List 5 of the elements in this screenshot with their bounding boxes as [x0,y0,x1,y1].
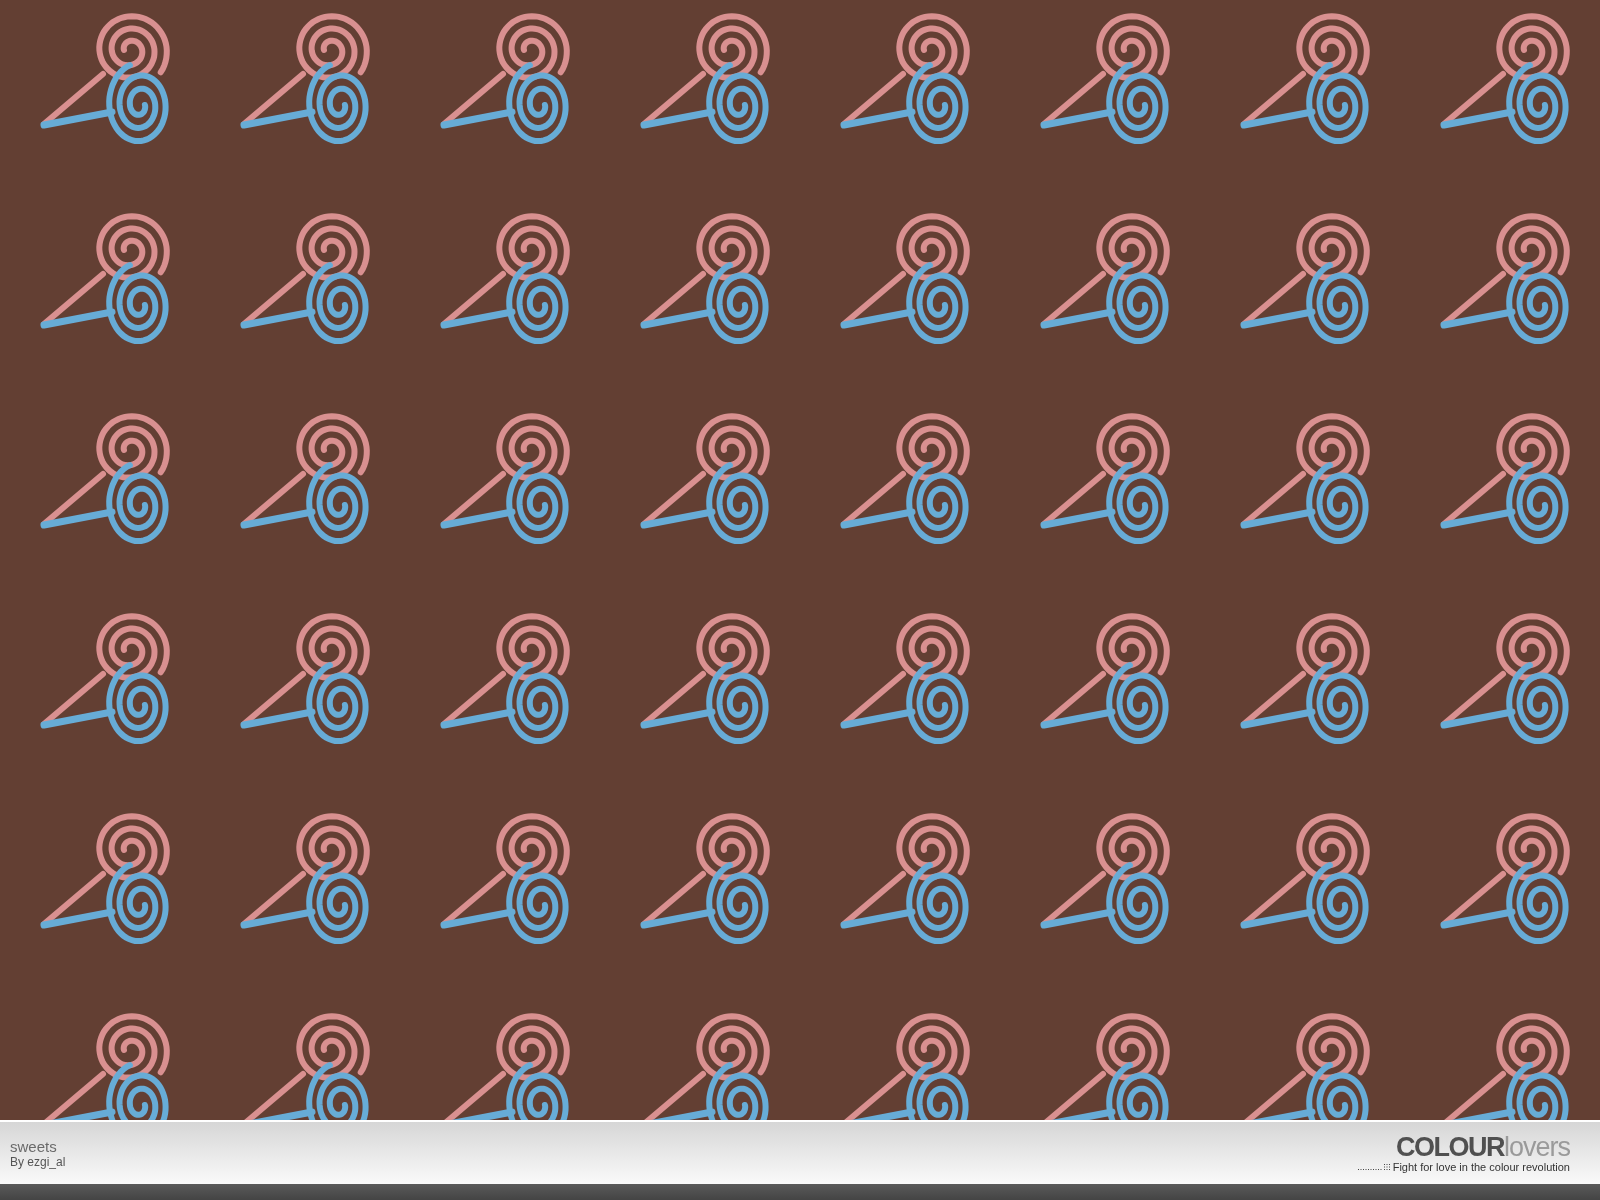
logo-wordmark-light: lovers [1503,1133,1570,1161]
pattern-title: sweets [10,1137,58,1155]
pattern-author: By ezgi_al [10,1154,66,1169]
logo-wordmark: COLOUR [1395,1133,1504,1161]
tagline: Fight for love in the colour revolution [1392,1160,1570,1173]
